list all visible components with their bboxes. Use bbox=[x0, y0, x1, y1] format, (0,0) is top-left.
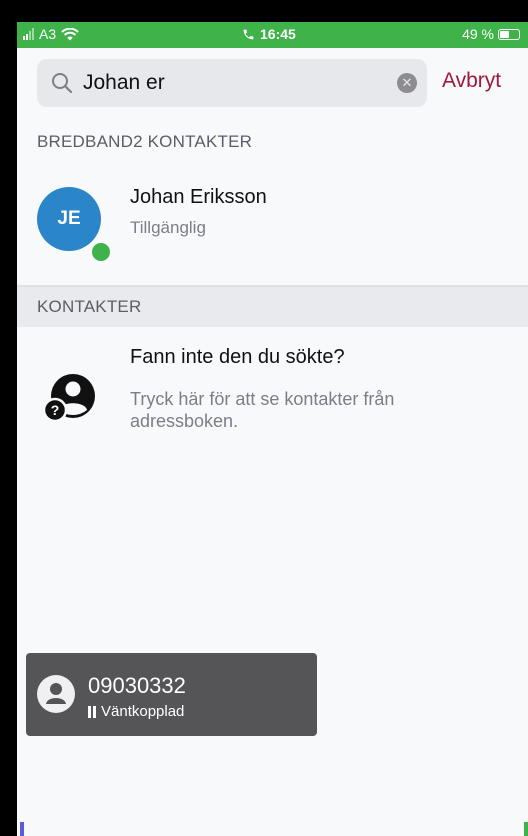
signal-icon bbox=[23, 28, 34, 40]
call-state-label: Väntkopplad bbox=[101, 703, 185, 720]
pause-icon bbox=[88, 705, 96, 718]
contact-unknown-icon: ? bbox=[43, 374, 95, 423]
phone-call-icon bbox=[243, 29, 254, 39]
svg-text:?: ? bbox=[51, 402, 60, 418]
held-call-banner[interactable]: 09030332 Väntkopplad bbox=[26, 653, 317, 736]
contact-name: Johan Eriksson bbox=[130, 186, 267, 208]
contact-row[interactable]: JE Johan Eriksson Tillgänglig bbox=[17, 172, 528, 284]
section-header-kontakter: KONTAKTER bbox=[17, 287, 528, 327]
cancel-button[interactable]: Avbryt bbox=[442, 69, 501, 93]
search-input[interactable]: Johan er ✕ bbox=[37, 59, 427, 107]
clock: 16:45 bbox=[260, 26, 296, 42]
addressbook-prompt[interactable]: ? Fann inte den du sökte? Tryck här för … bbox=[17, 332, 528, 452]
search-icon bbox=[52, 73, 73, 94]
person-icon bbox=[46, 683, 66, 704]
avatar: JE bbox=[37, 187, 101, 251]
status-right: 49 % bbox=[462, 26, 520, 42]
call-state: Väntkopplad bbox=[88, 703, 184, 720]
presence-indicator bbox=[89, 240, 113, 264]
call-avatar bbox=[37, 675, 75, 713]
status-bar: A3 16:45 49 % bbox=[17, 22, 528, 48]
contact-status: Tillgänglig bbox=[130, 218, 206, 237]
status-center: 16:45 bbox=[242, 26, 296, 42]
search-query[interactable]: Johan er bbox=[83, 71, 165, 95]
call-number: 09030332 bbox=[88, 673, 186, 698]
battery-icon bbox=[498, 28, 520, 40]
addressbook-title: Fann inte den du sökte? bbox=[130, 346, 345, 368]
wifi-icon bbox=[61, 27, 79, 40]
app-screen: A3 16:45 49 % Johan er ✕ Avbryt BREDBAND… bbox=[17, 22, 528, 836]
addressbook-description: Tryck här för att se kontakter från adre… bbox=[130, 389, 395, 431]
carrier-label: A3 bbox=[39, 26, 57, 42]
status-left: A3 bbox=[23, 26, 79, 42]
clear-icon[interactable]: ✕ bbox=[397, 73, 417, 93]
edge-marker-left bbox=[20, 822, 24, 836]
section-header-bredband2: BREDBAND2 KONTAKTER bbox=[37, 132, 253, 151]
battery-percent: 49 % bbox=[462, 26, 494, 42]
edge-marker-right bbox=[524, 822, 528, 836]
